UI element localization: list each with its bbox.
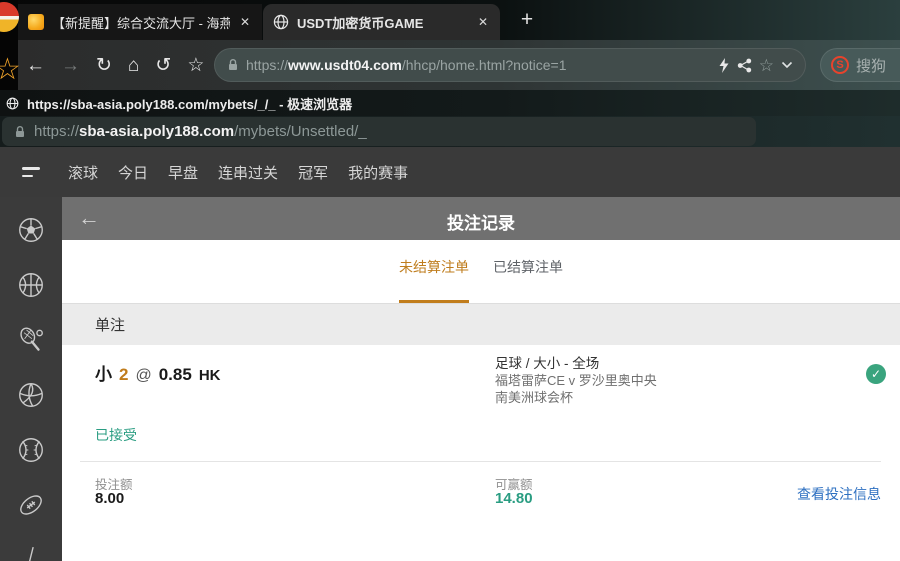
sogou-label: 搜狗 <box>856 57 887 75</box>
site-nav-bar: 滚球 今日 早盘 连串过关 冠军 我的赛事 <box>0 147 900 197</box>
popup-url-text: https://sba-asia.poly188.com/mybets/Unse… <box>34 123 367 140</box>
bet-records-page: ← 投注记录 未结算注单 已结算注单 单注 小 2 @ 0.85 HK 足球 /… <box>62 197 900 561</box>
odds-format: HK <box>198 367 221 384</box>
bet-selection: 小 <box>95 365 112 384</box>
edge-star-icon[interactable]: ☆ <box>0 52 21 87</box>
browser-toolbar: ← → ↻ ⌂ ↺ ☆ https://www.usdt04.com/hhcp/… <box>0 40 900 90</box>
home-button[interactable]: ⌂ <box>128 56 139 75</box>
popup-window-titlebar: https://sba-asia.poly188.com/mybets/_/_ … <box>0 90 900 116</box>
chevron-down-icon[interactable] <box>781 61 793 69</box>
popup-address-bar[interactable]: https://sba-asia.poly188.com/mybets/Unse… <box>2 117 756 146</box>
url-text: https://www.usdt04.com/hhcp/home.html?no… <box>246 57 567 73</box>
bookmark-star-icon[interactable]: ☆ <box>187 56 204 75</box>
match-name: 福塔雷萨CE v 罗沙里奥中央 <box>495 373 657 388</box>
nav-item-parlay[interactable]: 连串过关 <box>218 162 278 183</box>
sports-sidebar <box>0 197 62 561</box>
tab-unsettled-bets[interactable]: 未结算注单 <box>399 257 469 303</box>
nav-item-early[interactable]: 早盘 <box>168 162 198 183</box>
browser-tab-strip: 【新提醒】综合交流大厅 - 海燕 ✕ USDT加密货币GAME ✕ + <box>0 0 900 40</box>
nav-item-live[interactable]: 滚球 <box>68 162 98 183</box>
market-info: 足球 / 大小 - 全场 福塔雷萨CE v 罗沙里奥中央 南美洲球会杯 <box>495 356 657 406</box>
tab-title: 【新提醒】综合交流大厅 - 海燕 <box>52 15 230 31</box>
undo-button[interactable]: ↺ <box>155 56 171 75</box>
nav-item-outright[interactable]: 冠军 <box>298 162 328 183</box>
to-win-value: 14.80 <box>495 490 533 507</box>
american-football-icon[interactable] <box>16 490 46 520</box>
forward-button[interactable]: → <box>61 56 80 75</box>
back-button[interactable]: ← <box>26 56 45 75</box>
lock-icon <box>14 125 26 139</box>
bet-selection-line: 小 2 @ 0.85 HK <box>95 360 220 385</box>
nav-item-today[interactable]: 今日 <box>118 162 148 183</box>
golf-club-icon[interactable] <box>16 545 46 561</box>
screen: 【新提醒】综合交流大厅 - 海燕 ✕ USDT加密货币GAME ✕ + ← → … <box>0 0 900 561</box>
tab-title: USDT加密货币GAME <box>297 15 424 31</box>
address-bar[interactable]: https://www.usdt04.com/hhcp/home.html?no… <box>214 48 806 82</box>
section-single-bet: 单注 <box>62 303 900 345</box>
share-icon[interactable] <box>737 58 752 73</box>
view-bet-info-link[interactable]: 查看投注信息 <box>797 484 881 504</box>
bet-status-tabs: 未结算注单 已结算注单 <box>62 240 900 303</box>
mail-favicon-icon <box>28 14 44 30</box>
browser-logo-icon[interactable] <box>0 2 19 32</box>
tab-close-icon[interactable]: ✕ <box>238 15 252 29</box>
basketball-icon[interactable] <box>16 270 46 300</box>
browser-tab-usdt-game[interactable]: USDT加密货币GAME ✕ <box>263 4 500 40</box>
sogou-logo-icon: S <box>831 56 849 74</box>
browser-tab-forum[interactable]: 【新提醒】综合交流大厅 - 海燕 ✕ <box>18 4 262 40</box>
menu-icon[interactable] <box>22 167 42 177</box>
popup-window-title: https://sba-asia.poly188.com/mybets/_/_ … <box>27 96 353 112</box>
globe-favicon-icon <box>273 14 289 30</box>
tennis-icon[interactable] <box>16 325 46 355</box>
page-header: ← 投注记录 <box>62 197 900 240</box>
globe-icon <box>6 97 19 110</box>
favorite-star-icon[interactable]: ☆ <box>759 57 774 74</box>
at-symbol: @ <box>135 367 152 384</box>
nav-item-my-events[interactable]: 我的赛事 <box>348 162 408 183</box>
bet-odds: 0.85 <box>158 365 192 384</box>
market-name: 足球 / 大小 - 全场 <box>495 356 600 371</box>
lightning-icon[interactable] <box>718 57 730 73</box>
bet-handicap: 2 <box>119 365 129 384</box>
page-title: 投注记录 <box>447 214 515 233</box>
popup-address-row: https://sba-asia.poly188.com/mybets/Unse… <box>0 116 900 147</box>
sogou-search-button[interactable]: S 搜狗 <box>820 48 900 82</box>
baseball-icon[interactable] <box>16 435 46 465</box>
bet-status-text: 已接受 <box>95 427 137 443</box>
new-tab-button[interactable]: + <box>512 4 542 36</box>
divider <box>80 461 881 462</box>
browser-edge-strip: ☆ <box>0 0 21 90</box>
league-name: 南美洲球会杯 <box>495 390 574 405</box>
accepted-check-icon: ✓ <box>866 364 886 384</box>
volleyball-icon[interactable] <box>16 380 46 410</box>
tab-close-icon[interactable]: ✕ <box>476 15 490 29</box>
stake-value: 8.00 <box>95 490 125 507</box>
lock-icon <box>227 58 239 72</box>
tab-settled-bets[interactable]: 已结算注单 <box>493 257 563 303</box>
soccer-icon[interactable] <box>16 215 46 245</box>
reload-button[interactable]: ↻ <box>96 56 112 75</box>
